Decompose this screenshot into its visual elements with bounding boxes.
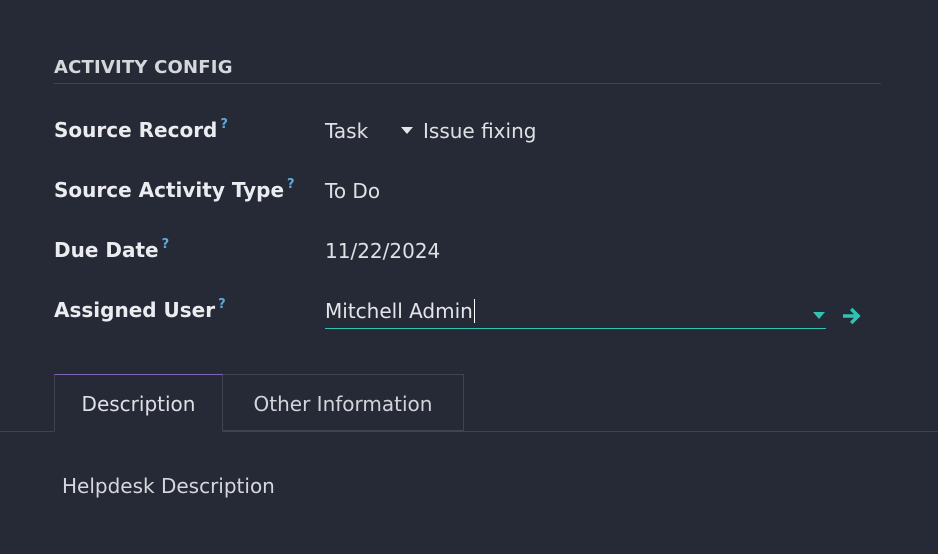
- assigned-user-label: Assigned User: [54, 298, 216, 322]
- source-model-value: Task: [325, 119, 369, 143]
- field-label: Assigned User?: [54, 297, 226, 322]
- help-tooltip-icon[interactable]: ?: [162, 237, 170, 252]
- arrow-right-icon[interactable]: [840, 304, 864, 328]
- field-due-date: Due Date? 11/22/2024: [54, 237, 884, 274]
- field-label: Source Record?: [54, 117, 228, 142]
- description-content[interactable]: Helpdesk Description: [62, 474, 275, 498]
- source-record-label: Source Record: [54, 118, 218, 142]
- tab-other-information[interactable]: Other Information: [222, 374, 464, 431]
- field-label: Due Date?: [54, 237, 170, 262]
- due-date-value: 11/22/2024: [325, 239, 441, 263]
- assigned-user-input-text[interactable]: Mitchell Admin: [325, 298, 475, 325]
- source-record-link[interactable]: Issue fixing: [423, 119, 536, 143]
- source-activity-type-value: To Do: [325, 179, 381, 203]
- field-label: Source Activity Type?: [54, 177, 295, 202]
- help-tooltip-icon[interactable]: ?: [218, 297, 226, 312]
- chevron-down-icon[interactable]: [401, 127, 413, 134]
- field-source-activity-type: Source Activity Type? To Do: [54, 177, 884, 214]
- due-date-label: Due Date: [54, 238, 159, 262]
- section-divider: [54, 83, 881, 84]
- text-cursor: [473, 298, 475, 323]
- source-model-select[interactable]: Task: [325, 119, 401, 143]
- form-page: ACTIVITY CONFIG Source Record? Task Issu…: [0, 0, 938, 554]
- field-source-record: Source Record? Task Issue fixing: [54, 117, 884, 154]
- field-assigned-user: Assigned User? Mitchell Admin: [54, 297, 884, 334]
- help-tooltip-icon[interactable]: ?: [220, 117, 228, 132]
- source-record-value: Task Issue fixing: [325, 119, 536, 143]
- tab-description[interactable]: Description: [54, 374, 223, 432]
- section-title: ACTIVITY CONFIG: [54, 57, 233, 78]
- source-activity-type-label: Source Activity Type: [54, 178, 285, 202]
- assigned-user-value: Mitchell Admin: [325, 299, 473, 323]
- help-tooltip-icon[interactable]: ?: [287, 177, 295, 192]
- assigned-user-input[interactable]: Mitchell Admin: [325, 294, 826, 329]
- chevron-down-icon[interactable]: [813, 312, 825, 319]
